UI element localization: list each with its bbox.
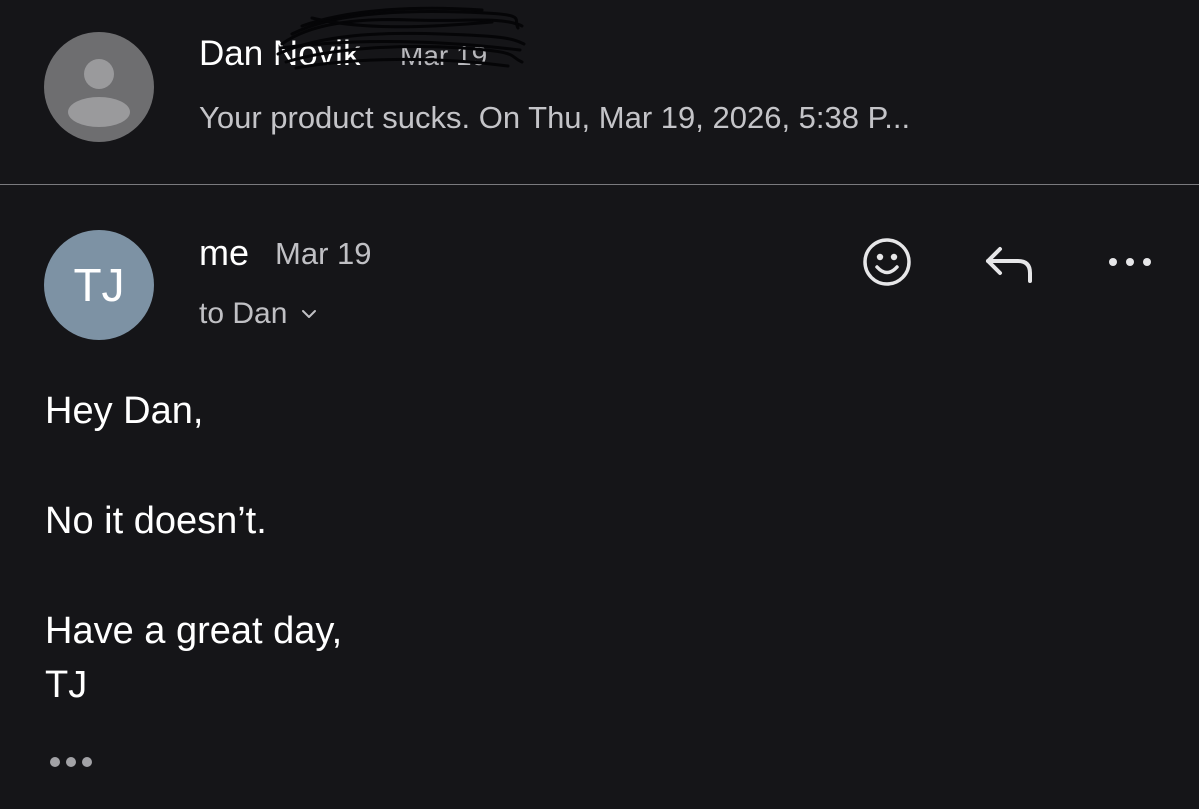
body-greeting: Hey Dan, [45, 390, 204, 432]
body-line: No it doesn’t. [45, 500, 267, 542]
show-trimmed-content-icon [50, 757, 92, 767]
collapsed-snippet: Your product sucks. On Thu, Mar 19, 2026… [199, 100, 911, 135]
sender-name: me [199, 232, 250, 273]
reply-icon [986, 247, 1032, 283]
chevron-down-icon [302, 310, 317, 318]
show-trimmed-content-button[interactable] [40, 742, 102, 782]
message-divider [0, 184, 1199, 185]
body-signature: TJ [45, 664, 88, 706]
sender-avatar[interactable]: TJ [44, 230, 154, 340]
recipients-toggle[interactable]: to Dan [199, 297, 317, 331]
recipients-label: to Dan [199, 297, 288, 330]
redaction-scribble [276, 6, 526, 70]
emoji-reaction-button[interactable] [858, 233, 916, 291]
collapsed-message[interactable]: Dan Novik Mar 19 Your product sucks. On … [0, 0, 1199, 184]
person-placeholder-icon [44, 32, 154, 142]
more-options-icon [1109, 258, 1151, 266]
message-date: Mar 19 [275, 236, 372, 271]
more-options-button[interactable] [1100, 245, 1160, 279]
body-signoff: Have a great day, [45, 610, 343, 652]
emoji-reaction-icon [863, 238, 911, 286]
email-thread-screen: Dan Novik Mar 19 Your product sucks. On … [0, 0, 1199, 809]
reply-button[interactable] [980, 236, 1038, 290]
